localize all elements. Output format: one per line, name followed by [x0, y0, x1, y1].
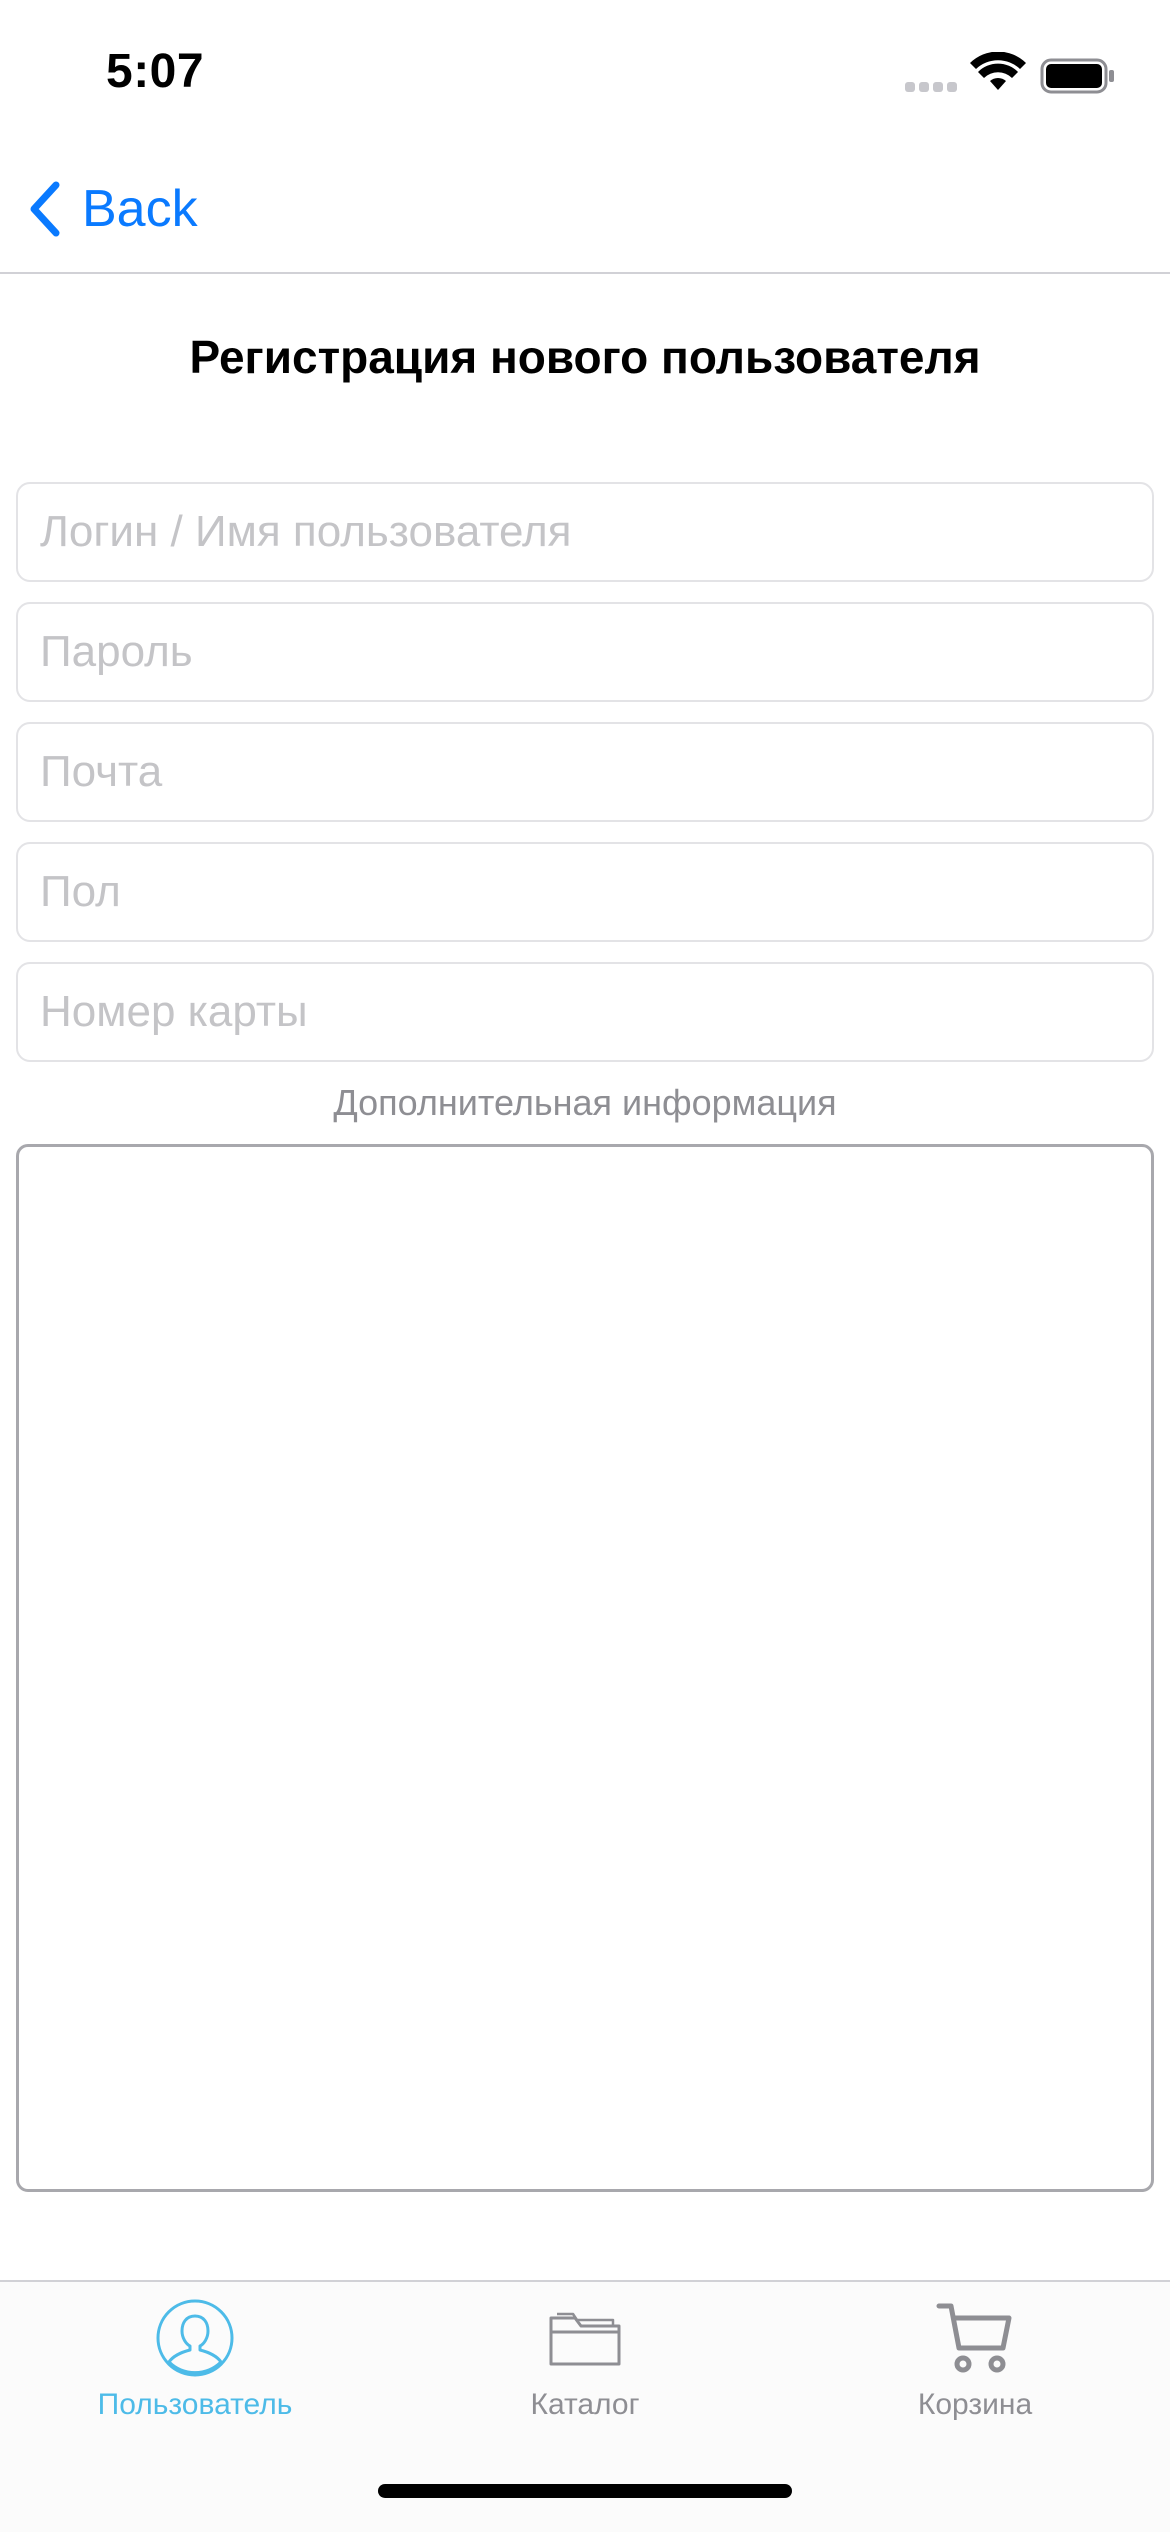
signal-icon	[905, 78, 959, 92]
extra-info-textarea[interactable]	[19, 1147, 1151, 2189]
status-time: 5:07	[106, 45, 205, 98]
page-title: Регистрация нового пользователя	[189, 331, 981, 383]
user-icon	[156, 2299, 234, 2377]
extra-info-container	[16, 1144, 1154, 2192]
extra-info-label: Дополнительная информация	[333, 1082, 837, 1123]
email-field-container	[16, 722, 1154, 822]
tab-cart[interactable]: Корзина	[780, 2298, 1170, 2448]
folder-icon	[549, 2312, 621, 2366]
password-field-container	[16, 602, 1154, 702]
card-number-input[interactable]	[18, 964, 1152, 1060]
tab-user[interactable]: Пользователь	[0, 2298, 390, 2448]
back-button-label: Back	[82, 180, 198, 238]
password-input[interactable]	[18, 604, 1152, 700]
login-input[interactable]	[18, 484, 1152, 580]
gender-input[interactable]	[18, 844, 1152, 940]
email-input[interactable]	[18, 724, 1152, 820]
tab-user-label: Пользователь	[97, 2388, 293, 2421]
card-field-container	[16, 962, 1154, 1062]
navigation-bar: Back	[0, 140, 1170, 274]
cart-icon	[936, 2303, 1012, 2373]
status-bar: 5:07	[0, 0, 1170, 140]
tab-catalog-label: Каталог	[530, 2388, 640, 2421]
battery-icon	[1040, 58, 1114, 94]
home-indicator	[378, 2484, 792, 2498]
gender-field-container	[16, 842, 1154, 942]
login-field-container	[16, 482, 1154, 582]
chevron-left-icon	[30, 181, 60, 237]
back-button[interactable]: Back	[24, 174, 198, 244]
tab-catalog[interactable]: Каталог	[390, 2298, 780, 2448]
tab-cart-label: Корзина	[917, 2388, 1033, 2421]
wifi-icon	[970, 52, 1026, 90]
